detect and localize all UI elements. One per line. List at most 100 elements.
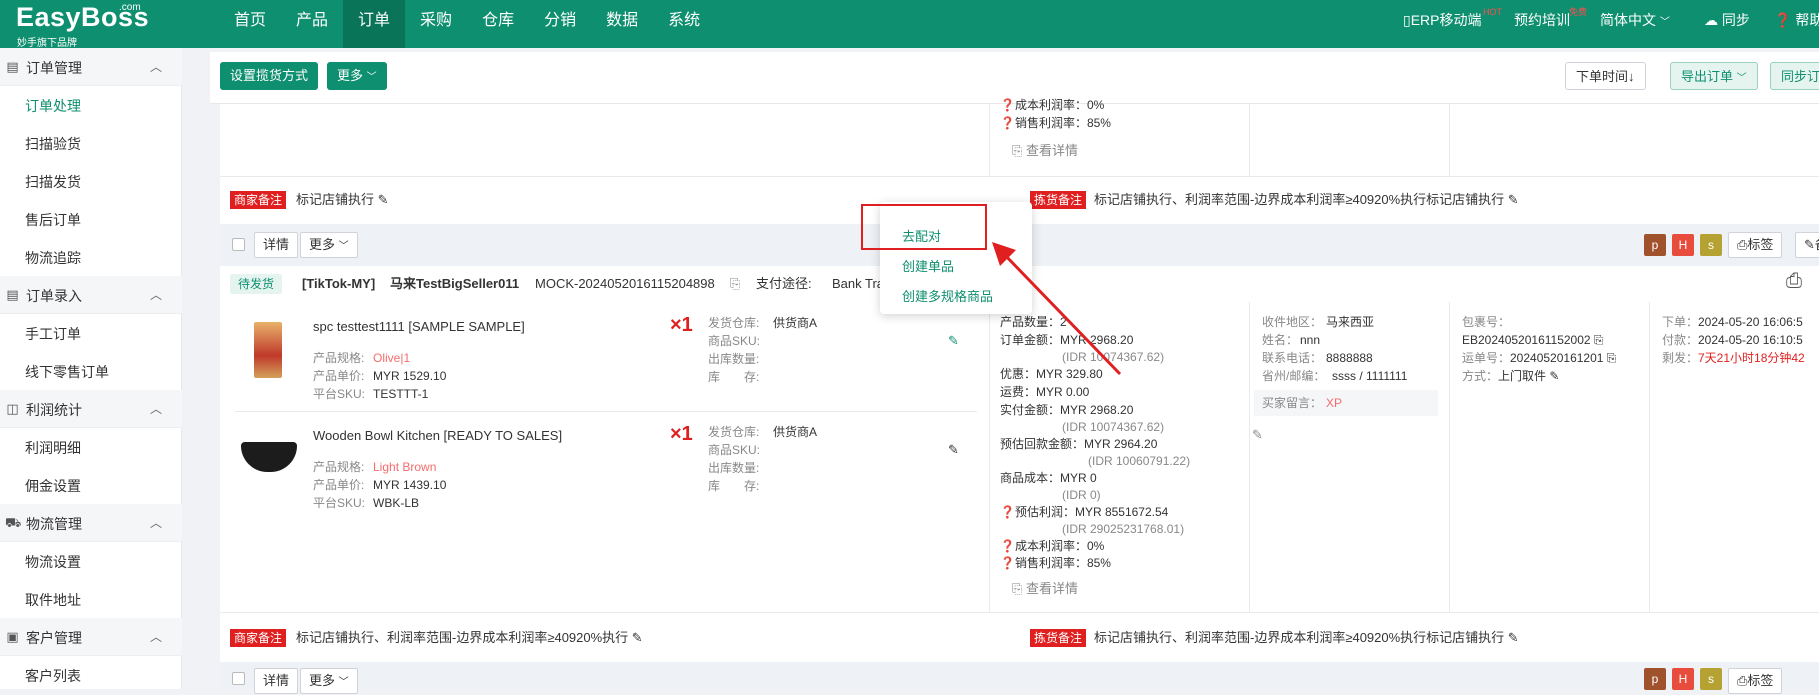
picking-note-value: 标记店铺执行、利润率范围-边界成本利润率≥40920%执行标记店铺执行 xyxy=(1094,192,1505,207)
order-checkbox[interactable] xyxy=(232,672,245,685)
annotation-arrow xyxy=(992,242,1122,376)
nav-orders[interactable]: 订单 xyxy=(343,0,406,48)
sidebar-item-after-sales[interactable]: 售后订单 xyxy=(25,210,81,230)
remark-button[interactable]: ✎备 xyxy=(1795,232,1819,258)
nav-purchase[interactable]: 采购 xyxy=(405,0,467,48)
label-button[interactable]: ⎙标签 xyxy=(1728,232,1783,258)
edit-pair-icon[interactable]: ✎ xyxy=(948,332,959,350)
edit-icon[interactable]: ✎ xyxy=(1549,369,1559,383)
create-single-product-option[interactable]: 创建单品 xyxy=(902,256,954,275)
merchant-note-tag: 商家备注 xyxy=(230,629,287,647)
order-checkbox[interactable] xyxy=(232,238,245,251)
badge-s[interactable]: s xyxy=(1700,668,1722,690)
edit-icon[interactable]: ✎ xyxy=(1504,630,1519,645)
sidebar-item-manual-order[interactable]: 手工订单 xyxy=(25,324,81,344)
estimated-payout: 预估回款金额：MYR 2964.20 xyxy=(1000,437,1158,451)
training-link[interactable]: 预约培训 免费 xyxy=(1514,0,1587,48)
pay-time-label: 付款： xyxy=(1662,333,1699,347)
sidebar-group-logistics[interactable]: ⛟ 物流管理 ︿ xyxy=(0,504,182,542)
more-dropdown-button[interactable]: 更多 ﹀ xyxy=(300,668,358,694)
sidebar-group-customers[interactable]: ▣ 客户管理 ︿ xyxy=(0,618,182,656)
package-label: 包裹号： xyxy=(1462,315,1511,329)
product-image[interactable] xyxy=(254,322,282,378)
training-label: 预约培训 xyxy=(1514,12,1570,28)
print-icon[interactable]: ⎙ xyxy=(1786,271,1802,291)
order-time-sort[interactable]: 下单时间↓ xyxy=(1565,62,1646,90)
sidebar-item-pickup-address[interactable]: 取件地址 xyxy=(25,590,81,610)
detail-button[interactable]: 详情 xyxy=(254,232,299,258)
remaining-value: 7天21小时18分钟42 xyxy=(1698,351,1805,365)
view-detail-link[interactable]: ⎘ 查看详情 xyxy=(1012,142,1078,160)
sidebar-item-profit-detail[interactable]: 利润明细 xyxy=(25,438,81,458)
pay-time-value: 2024-05-20 16:10:5 xyxy=(1698,333,1803,347)
divider xyxy=(989,104,990,176)
warehouse-label: 发货仓库: xyxy=(708,425,760,439)
detail-button[interactable]: 详情 xyxy=(254,668,299,694)
sidebar-item-scan-inspect[interactable]: 扫描验货 xyxy=(25,134,81,154)
nav-products[interactable]: 产品 xyxy=(281,0,343,48)
top-navigation-bar: EasyBoss .com 妙手旗下品牌 首页 产品 订单 采购 仓库 分销 数… xyxy=(0,0,1819,49)
postal-label: 省州/邮编： xyxy=(1262,369,1326,383)
language-select[interactable]: 简体中文 ﹀ xyxy=(1600,0,1670,48)
sidebar-item-logistics-tracking[interactable]: 物流追踪 xyxy=(25,248,81,268)
create-multi-variant-option[interactable]: 创建多规格商品 xyxy=(902,286,993,305)
sidebar-item-scan-ship[interactable]: 扫描发货 xyxy=(25,172,81,192)
sidebar-item-customer-list[interactable]: 客户列表 xyxy=(25,666,81,686)
edit-icon[interactable]: ✎ xyxy=(628,630,643,645)
edit-icon[interactable]: ✎ xyxy=(1504,192,1519,207)
sync-orders-button[interactable]: 同步订 xyxy=(1770,62,1819,90)
sidebar-item-commission[interactable]: 佣金设置 xyxy=(25,476,81,496)
copy-icon[interactable]: ⎘ xyxy=(1607,351,1617,365)
set-packing-method-button[interactable]: 设置揽货方式 xyxy=(220,62,319,90)
product-name[interactable]: spc testtest1111 [SAMPLE SAMPLE] xyxy=(313,318,525,336)
badge-s[interactable]: s xyxy=(1700,234,1722,256)
badge-p[interactable]: p xyxy=(1644,234,1666,256)
sidebar-item-logistics-settings[interactable]: 物流设置 xyxy=(25,552,81,572)
mobile-erp-link[interactable]: ▯ERP移动端 HOT xyxy=(1403,0,1502,48)
copy-icon[interactable]: ⎘ xyxy=(730,275,740,293)
group-label: 物流管理 xyxy=(26,516,82,532)
sidebar-group-order-management[interactable]: ▤ 订单管理 ︿ xyxy=(0,48,182,86)
edit-icon[interactable]: ✎ xyxy=(374,192,389,207)
nav-home[interactable]: 首页 xyxy=(219,0,281,48)
price-value: MYR 1529.10 xyxy=(373,369,447,383)
sales-margin: ❓销售利润率：85% xyxy=(1000,556,1111,570)
nav-data[interactable]: 数据 xyxy=(591,0,653,48)
edit-icon[interactable]: ✎ xyxy=(1252,426,1263,444)
export-orders-button[interactable]: 导出订单 ﹀ xyxy=(1670,62,1758,90)
copy-icon[interactable]: ⎘ xyxy=(1594,333,1604,347)
nav-warehouse[interactable]: 仓库 xyxy=(467,0,529,48)
more-button[interactable]: 更多 ﹀ xyxy=(327,62,387,90)
nav-distribution[interactable]: 分销 xyxy=(529,0,591,48)
divider xyxy=(1649,302,1650,612)
badge-h[interactable]: H xyxy=(1672,668,1694,690)
edit-icon[interactable]: ✎ xyxy=(948,441,959,459)
help-link[interactable]: ❓ 帮助 xyxy=(1774,0,1819,48)
warehouse-value: 供货商A xyxy=(773,425,818,439)
more-dropdown-button[interactable]: 更多 ﹀ xyxy=(300,232,358,258)
merchant-note-value: 标记店铺执行、利润率范围-边界成本利润率≥40920%执行 xyxy=(296,630,629,645)
seller-name: 马来TestBigSeller011 xyxy=(390,276,520,291)
divider xyxy=(1249,104,1250,176)
detail-icon: ⎘ xyxy=(1012,143,1023,158)
sidebar-group-order-entry[interactable]: ▤ 订单录入 ︿ xyxy=(0,276,182,314)
spec-label: 产品规格: xyxy=(313,351,365,365)
sidebar-item-offline-retail[interactable]: 线下零售订单 xyxy=(25,362,109,382)
quantity: ×1 xyxy=(670,314,693,336)
cost-margin-text: ❓成本利润率：0% xyxy=(1000,98,1105,112)
picking-note-text: 标记店铺执行、利润率范围-边界成本利润率≥40920%执行标记店铺执行 ✎ xyxy=(1094,629,1519,647)
product-name[interactable]: Wooden Bowl Kitchen [READY TO SALES] xyxy=(313,427,562,445)
badge-p[interactable]: p xyxy=(1644,668,1666,690)
sidebar-item-order-processing[interactable]: 订单处理 xyxy=(25,96,81,116)
easyboss-logo[interactable]: EasyBoss .com 妙手旗下品牌 xyxy=(16,2,166,49)
view-detail-link[interactable]: ⎘ 查看详情 xyxy=(1012,580,1078,598)
divider xyxy=(1449,302,1450,612)
label-button[interactable]: ⎙标签 xyxy=(1728,668,1783,694)
view-detail-label: 查看详情 xyxy=(1026,143,1079,158)
method-text: 上门取件 xyxy=(1498,369,1547,383)
sync-link[interactable]: ☁ 同步 xyxy=(1704,0,1750,48)
payment-label: 支付途径: xyxy=(756,276,812,291)
badge-h[interactable]: H xyxy=(1672,234,1694,256)
nav-system[interactable]: 系统 xyxy=(653,0,715,48)
sidebar-group-profit-stats[interactable]: ◫ 利润统计 ︿ xyxy=(0,390,182,428)
